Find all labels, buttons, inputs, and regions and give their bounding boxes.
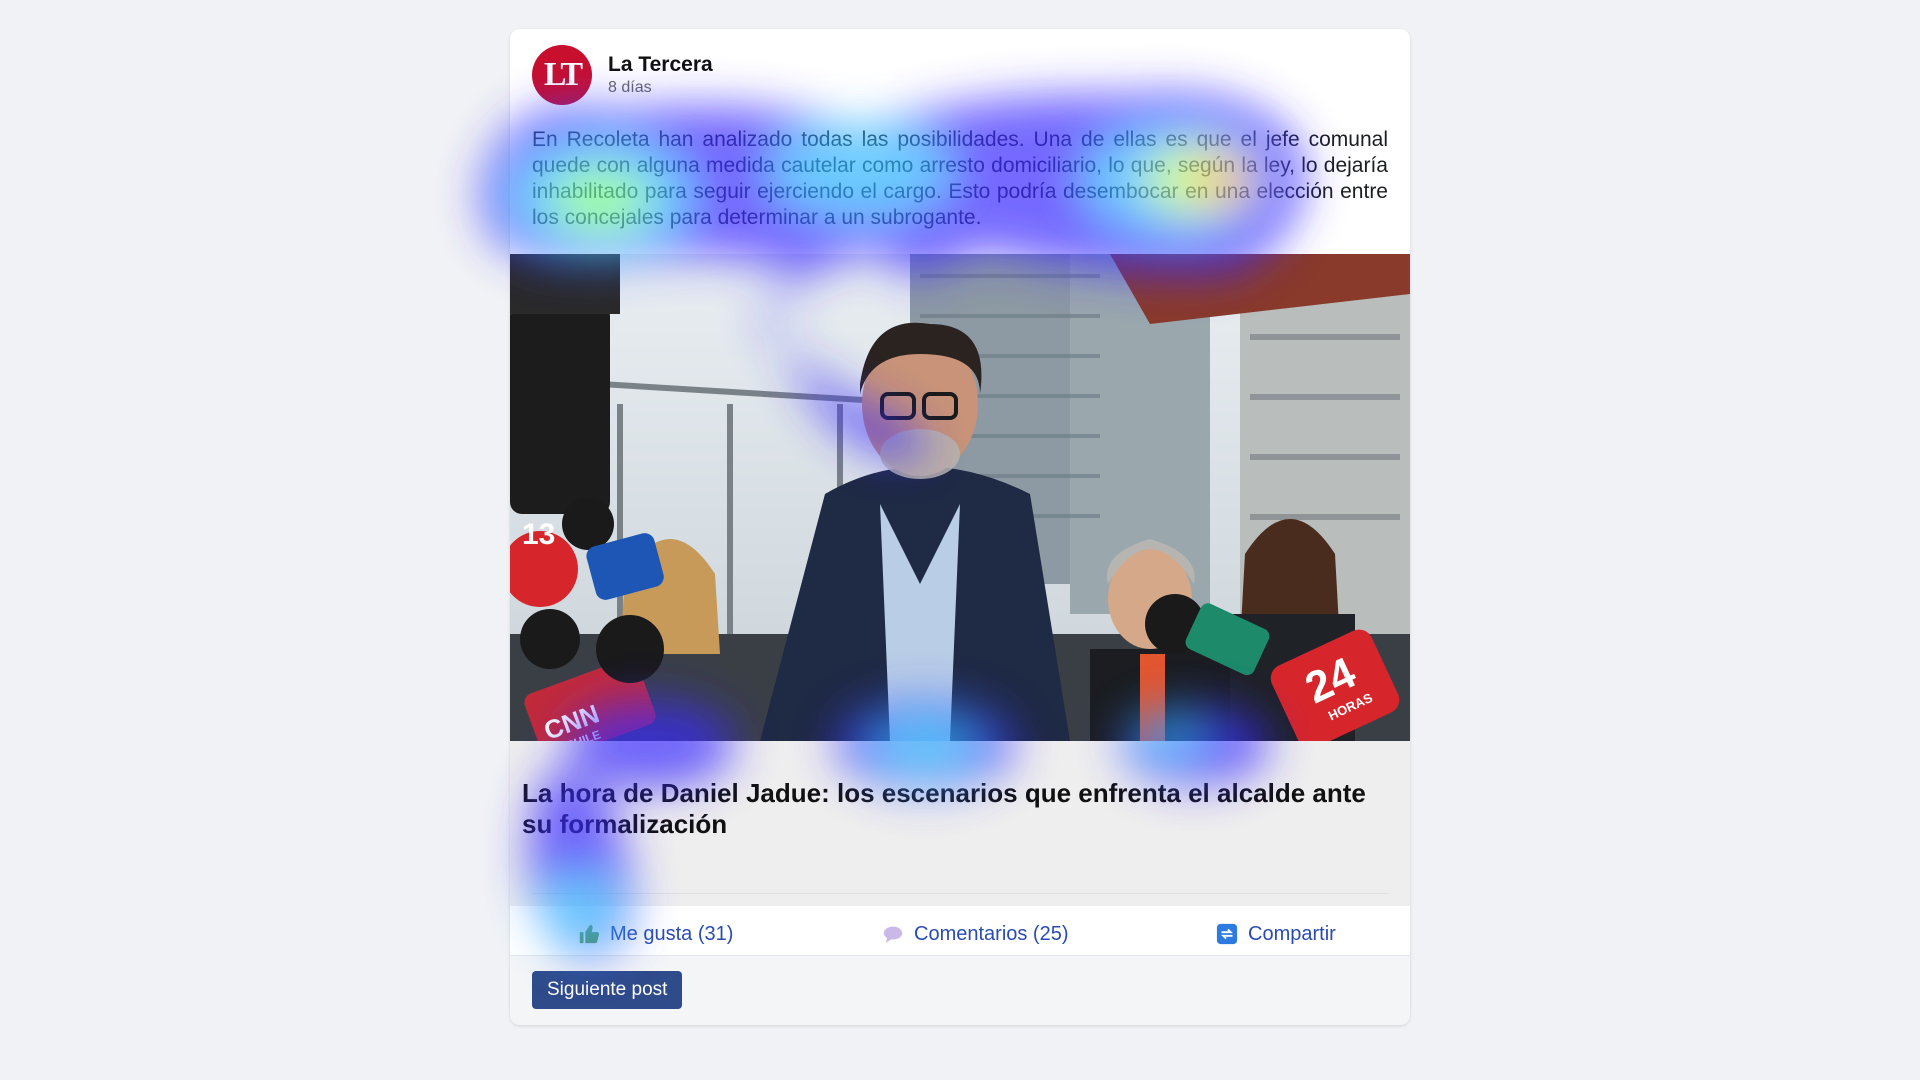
share-icon	[1216, 923, 1238, 945]
comment-label: Comentarios (25)	[914, 922, 1069, 945]
post-footer: Siguiente post	[510, 955, 1410, 1025]
post-card: LT La Tercera 8 días En Recoleta han ana…	[510, 29, 1410, 1025]
source-name[interactable]: La Tercera	[608, 52, 713, 78]
post-image[interactable]: 13 CNN CHILE 24 HORAS	[510, 254, 1410, 741]
post-timestamp: 8 días	[608, 79, 652, 96]
like-label: Me gusta (31)	[610, 922, 734, 945]
speech-bubble-icon	[883, 926, 903, 944]
share-button[interactable]: Compartir	[1216, 909, 1336, 959]
mic-label: 13	[522, 518, 555, 551]
press-photo: 13 CNN CHILE 24 HORAS	[510, 254, 1410, 741]
actions-divider	[532, 893, 1388, 894]
thumbs-up-icon	[579, 924, 600, 944]
source-logo[interactable]: LT	[532, 45, 592, 105]
link-preview[interactable]: La hora de Daniel Jadue: los escenarios …	[510, 741, 1410, 906]
comment-button[interactable]: Comentarios (25)	[882, 909, 1069, 959]
like-button[interactable]: Me gusta (31)	[578, 909, 733, 959]
post-actions: Me gusta (31) Comentarios (25) Compartir	[510, 909, 1410, 959]
post-body-text: En Recoleta han analizado todas las posi…	[532, 128, 1388, 229]
post-meta: La Tercera 8 días	[608, 52, 713, 98]
link-title[interactable]: La hora de Daniel Jadue: los escenarios …	[522, 778, 1382, 840]
share-label: Compartir	[1248, 922, 1336, 945]
next-post-button[interactable]: Siguiente post	[532, 971, 683, 1009]
post-header: LT La Tercera 8 días	[532, 45, 713, 105]
